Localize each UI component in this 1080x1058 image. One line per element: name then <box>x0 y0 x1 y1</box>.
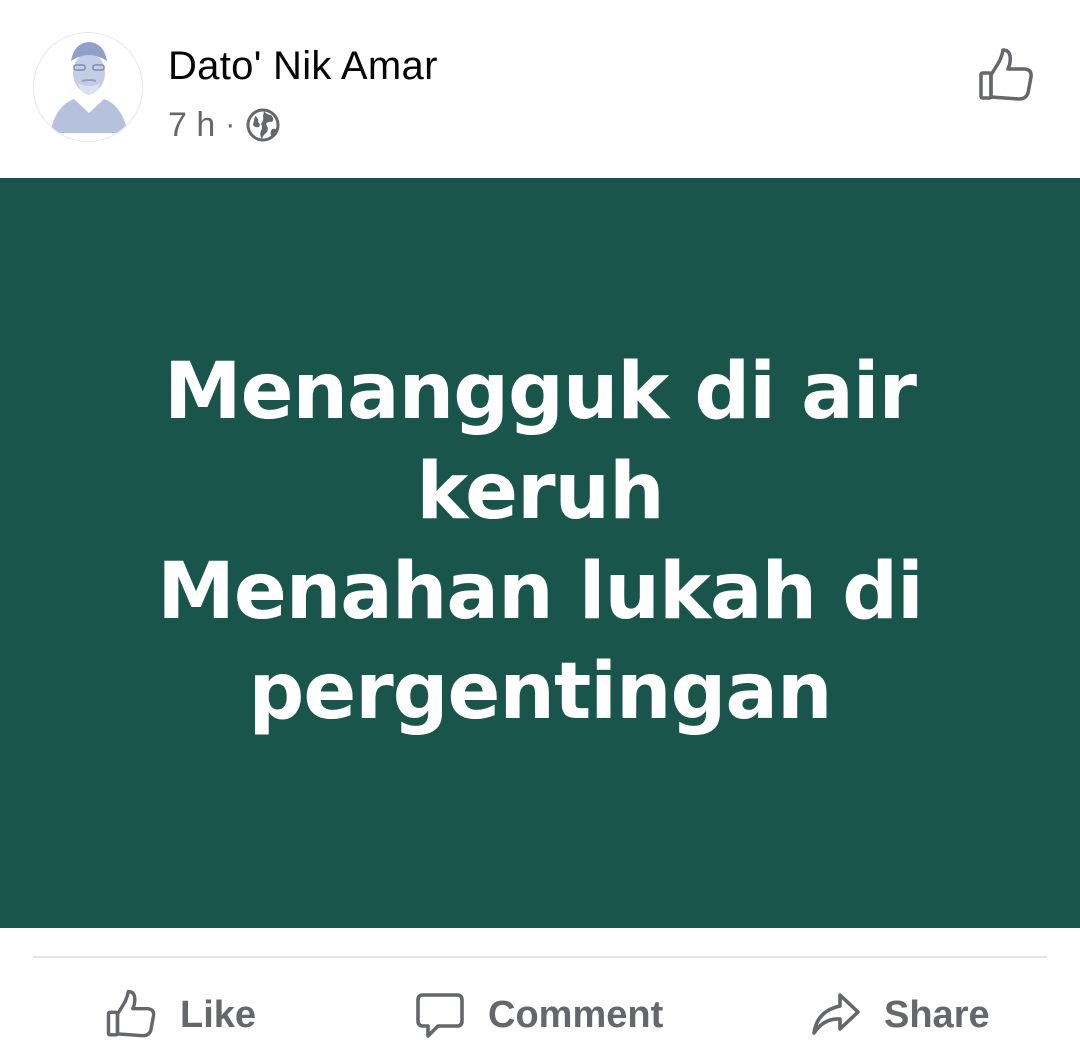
comment-label: Comment <box>488 993 664 1036</box>
share-button[interactable]: Share <box>810 980 990 1050</box>
post-card-line: pergentingan <box>248 647 832 737</box>
post-meta: 7 h · <box>168 104 281 146</box>
action-bar: Like Comment Share <box>0 980 1080 1050</box>
post-card-line: keruh <box>416 447 664 537</box>
post-card-line: Menangguk di air <box>163 347 917 437</box>
thumbs-up-icon <box>106 989 156 1038</box>
meta-separator: · <box>225 108 236 141</box>
like-label: Like <box>180 993 257 1036</box>
profile-photo <box>34 33 142 141</box>
post-timestamp[interactable]: 7 h <box>168 106 215 145</box>
avatar[interactable] <box>33 32 143 142</box>
share-arrow-icon <box>812 993 860 1035</box>
author-name[interactable]: Dato' Nik Amar <box>168 44 438 89</box>
comment-button[interactable]: Comment <box>414 980 663 1050</box>
share-label: Share <box>884 993 990 1036</box>
speech-bubble-icon <box>416 993 464 1038</box>
post-header: Dato' Nik Amar 7 h · <box>0 0 1080 178</box>
post-text-card[interactable]: Menangguk di air keruh Menahan lukah di … <box>0 178 1080 928</box>
like-button[interactable]: Like <box>104 980 256 1050</box>
thumbs-up-icon[interactable] <box>976 46 1036 106</box>
globe-icon <box>246 108 280 142</box>
post-card-text: Menangguk di air keruh Menahan lukah di … <box>157 342 924 742</box>
post-card-line: Menahan lukah di <box>157 547 924 637</box>
divider <box>33 956 1047 958</box>
